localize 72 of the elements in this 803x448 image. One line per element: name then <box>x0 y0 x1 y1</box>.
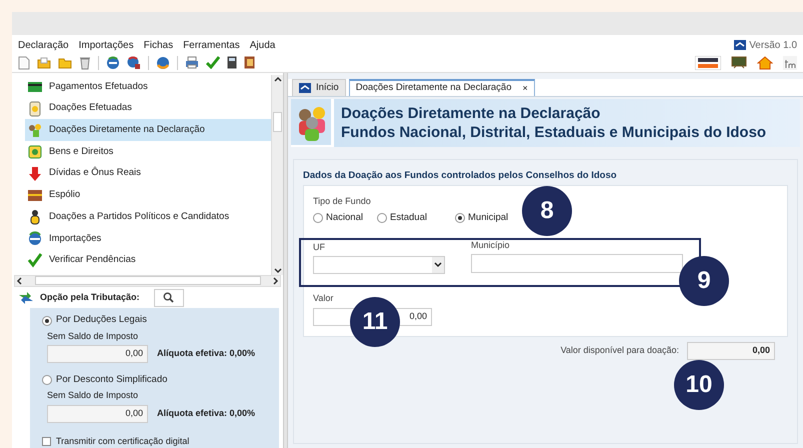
sidebar-item[interactable]: Espólio <box>25 184 271 206</box>
rate-label: Alíquota efetiva: 0,00% <box>157 347 256 360</box>
sidebar-item[interactable]: Doações a Partidos Políticos e Candidatos <box>25 206 271 228</box>
calculator-icon[interactable] <box>227 56 237 69</box>
uf-label: UF <box>313 240 326 254</box>
radio-button[interactable] <box>313 213 323 223</box>
amount-field: 0,00 <box>47 404 148 422</box>
page-subtitle: Fundos Nacional, Distrital, Estaduais e Municipais do Idoso <box>341 123 768 142</box>
field-label: Sem Saldo de Imposto <box>47 330 140 343</box>
new-document-icon[interactable] <box>18 56 30 70</box>
people-icon <box>27 122 43 138</box>
horizontal-scrollbar[interactable] <box>14 274 281 287</box>
globe-icon[interactable] <box>156 56 170 70</box>
available-value-label: Valor disponível para doação: <box>560 344 679 358</box>
sidebar-item[interactable]: Importações <box>25 228 271 250</box>
sidebar-item[interactable]: Doações Efetuadas <box>25 98 271 120</box>
people-group-icon <box>291 99 331 145</box>
checkmark-icon[interactable] <box>206 56 220 69</box>
menu-item[interactable]: Ferramentas <box>183 38 240 52</box>
checkmark-icon <box>27 252 43 268</box>
menu-item[interactable]: Ajuda <box>250 38 276 52</box>
menu-item[interactable]: Importações <box>78 38 134 52</box>
folder-icon[interactable] <box>58 56 72 68</box>
chalkboard-icon[interactable] <box>731 56 747 69</box>
option-label: Por Deduções Legais <box>56 313 147 328</box>
radio-button[interactable] <box>455 213 465 223</box>
radio-button[interactable] <box>42 316 52 326</box>
menu-item[interactable]: Declaração <box>18 38 69 52</box>
field-label: Sem Saldo de Imposto <box>47 389 140 402</box>
search-button[interactable] <box>154 288 184 307</box>
fm-logo-icon[interactable] <box>783 56 797 70</box>
scrollbar-thumb[interactable] <box>273 112 282 132</box>
option-label: Por Desconto Simplificado <box>56 372 168 387</box>
swap-arrows-icon <box>18 290 34 305</box>
home-icon[interactable] <box>757 56 773 70</box>
available-value-field: 0,00 <box>687 342 775 360</box>
open-folder-icon[interactable] <box>37 56 51 68</box>
rate-label: Alíquota efetiva: 0,00% <box>157 406 256 420</box>
amount-field: 0,00 <box>47 345 148 363</box>
search-icon <box>163 292 174 304</box>
sidebar-item[interactable]: Bens e Direitos <box>25 141 271 163</box>
option-label: Estadual <box>390 210 427 225</box>
checkbox[interactable] <box>42 436 51 446</box>
sidebar-item[interactable]: Pagamentos Efetuados <box>25 76 271 98</box>
caret-icon <box>432 257 444 273</box>
vertical-scrollbar[interactable] <box>271 75 283 275</box>
down-arrow-icon <box>27 166 43 182</box>
scrollbar-thumb[interactable] <box>34 276 260 286</box>
printer-icon[interactable] <box>185 56 199 69</box>
version-label: Versão 1.0 <box>749 38 797 52</box>
sidebar-item[interactable]: Doações Diretamente na Declaração <box>25 119 271 142</box>
option-label: Municipal <box>468 210 508 225</box>
trash-icon[interactable] <box>79 56 91 70</box>
chest-icon <box>27 187 43 204</box>
section-title: Dados da Doação aos Fundos controlados pelos Conselhos do Idoso <box>303 169 618 182</box>
menu-item[interactable]: Fichas <box>144 38 174 52</box>
tab[interactable]: Início <box>292 79 346 96</box>
close-icon[interactable]: × <box>522 82 528 96</box>
sidebar-item[interactable]: Verificar Pendências <box>25 250 271 272</box>
radio-button[interactable] <box>377 213 387 223</box>
municipality-label: Município <box>471 238 511 252</box>
tab[interactable]: Doações Diretamente na Declaração × <box>348 79 535 96</box>
value-label: Valor <box>313 292 334 305</box>
fund-type-label: Tipo de Fundo <box>313 195 372 208</box>
option-label: Nacional <box>326 210 363 225</box>
scroll-down-icon[interactable] <box>274 266 282 275</box>
page-title: Doações Diretamente na Declaração <box>341 104 602 123</box>
scroll-up-icon[interactable] <box>274 75 282 83</box>
taxation-option-label: Opção pela Tributação: <box>40 290 140 304</box>
checkbox-label: Transmitir com certificação digital <box>56 434 190 448</box>
radio-button[interactable] <box>42 375 52 385</box>
sidebar-item[interactable]: Dívidas e Ônus Reais <box>25 162 271 184</box>
